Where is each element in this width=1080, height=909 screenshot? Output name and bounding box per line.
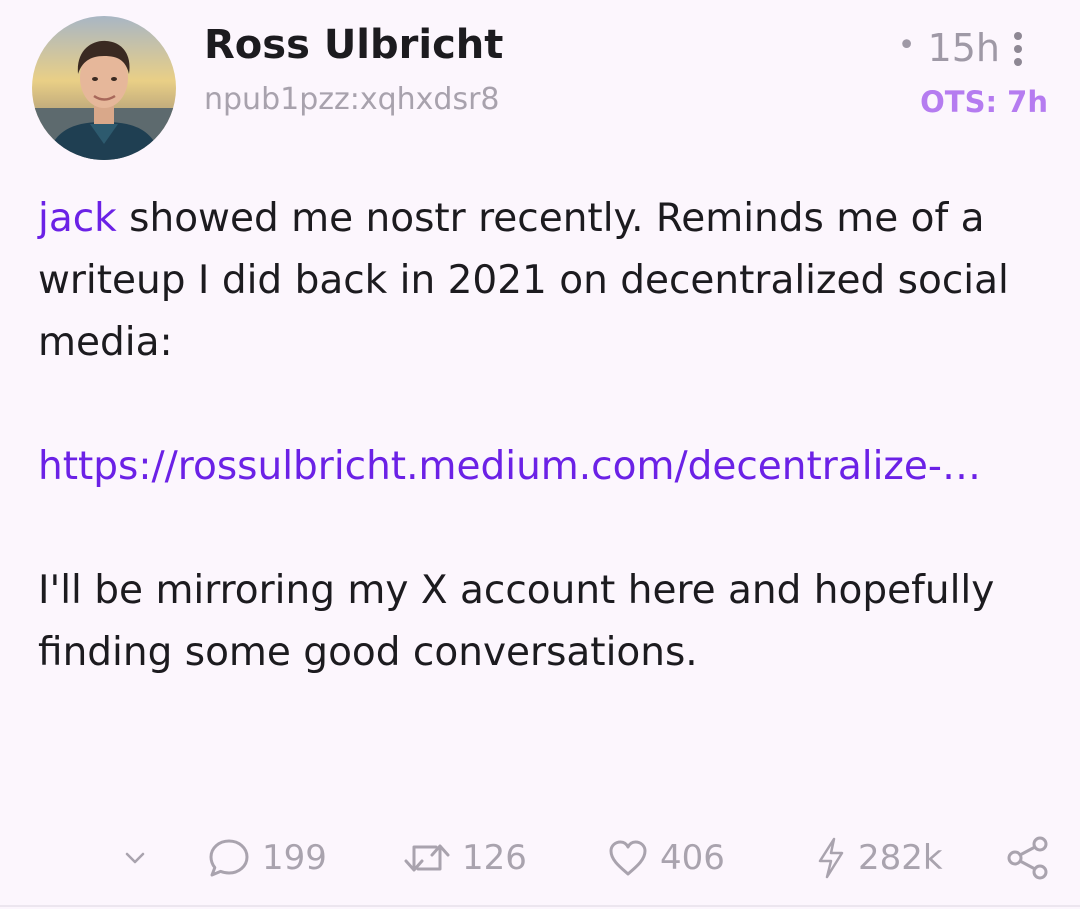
note-card[interactable]: Ross Ulbricht npub1pzz:xqhxdsr8 • 15h OT… [0, 0, 1080, 909]
divider [0, 905, 1080, 907]
share-button[interactable] [1006, 828, 1050, 888]
chevron-down-icon [125, 852, 145, 864]
reply-count: 199 [262, 838, 327, 878]
author-handle[interactable]: npub1pzz:xqhxdsr8 [204, 82, 500, 117]
zap-amount: 282k [858, 838, 943, 878]
more-vert-icon[interactable] [1004, 30, 1032, 70]
url-link[interactable]: https://rossulbricht.medium.com/decentra… [38, 444, 981, 489]
avatar[interactable] [32, 16, 176, 160]
expand-button[interactable] [118, 828, 152, 888]
comment-icon [209, 839, 249, 877]
time-label: 15h [927, 26, 1000, 70]
reply-button[interactable]: 199 [206, 828, 327, 888]
separator-dot: • [897, 28, 916, 63]
author-name[interactable]: Ross Ulbricht [204, 22, 503, 68]
share-icon [1007, 836, 1048, 880]
like-count: 406 [660, 838, 725, 878]
paragraph-1: jack showed me nostr recently. Reminds m… [38, 188, 1048, 374]
paragraph-2: I'll be mirroring my X account here and … [38, 568, 995, 675]
repost-button[interactable]: 126 [402, 828, 527, 888]
like-button[interactable]: 406 [606, 828, 725, 888]
mention-link[interactable]: jack [38, 196, 117, 241]
lightning-icon [818, 837, 844, 879]
heart-icon [609, 840, 647, 876]
zap-button[interactable]: 282k [814, 828, 943, 888]
ots-badge: OTS: 7h [920, 85, 1048, 119]
action-bar: 199 126 406 282k [0, 828, 1080, 888]
repost-icon [404, 844, 450, 872]
repost-count: 126 [462, 838, 527, 878]
post-time: • 15h [898, 26, 1000, 70]
link-paragraph: https://rossulbricht.medium.com/decentra… [38, 436, 1048, 498]
note-content: jack showed me nostr recently. Reminds m… [38, 188, 1048, 684]
paragraph-1-text: showed me nostr recently. Reminds me of … [38, 196, 1009, 365]
